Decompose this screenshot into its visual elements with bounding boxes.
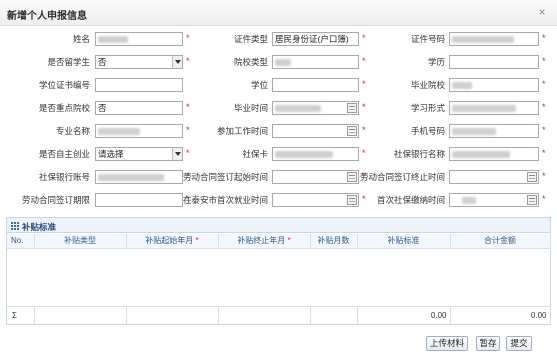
college-type-label: 院校类型 bbox=[233, 57, 268, 67]
personal-info-form: 姓名 * 证件类型 居民身份证(户口簿) * 证件号码 * 是否留学生 否 * … bbox=[0, 28, 557, 208]
required-mark: * bbox=[542, 148, 546, 158]
required-mark: * bbox=[542, 171, 546, 181]
education-label: 学历 bbox=[427, 57, 445, 67]
social-bank-name-label: 社保银行名称 bbox=[393, 149, 445, 159]
required-mark: * bbox=[542, 33, 546, 43]
required-mark: * bbox=[287, 236, 291, 246]
graduation-time-label: 毕业时间 bbox=[233, 103, 268, 113]
key-college-field[interactable]: 否 bbox=[95, 101, 183, 115]
college-type-field[interactable] bbox=[272, 55, 359, 69]
required-mark: * bbox=[195, 236, 199, 246]
required-mark: * bbox=[542, 56, 546, 66]
education-field[interactable] bbox=[449, 55, 539, 69]
sum-standard: 0.00 bbox=[357, 306, 451, 324]
first-social-pay-label: 首次社保缴纳时间 bbox=[376, 195, 445, 205]
social-bank-name-field[interactable] bbox=[449, 147, 539, 161]
social-bank-account-field[interactable] bbox=[95, 170, 183, 184]
required-mark: * bbox=[542, 125, 546, 135]
self-employed-value: 请选择 bbox=[98, 149, 124, 159]
col-total[interactable]: 合计金额 bbox=[450, 234, 551, 249]
upload-materials-button[interactable]: 上传材料 bbox=[426, 336, 468, 351]
col-standard[interactable]: 补贴标准 bbox=[357, 234, 451, 249]
dialog-title: 新增个人申报信息 bbox=[7, 11, 87, 22]
contract-term-label: 劳动合同签订期限 bbox=[21, 195, 90, 205]
degree-field[interactable] bbox=[272, 78, 359, 92]
sum-cell bbox=[34, 306, 127, 324]
subsidy-panel: 补贴标准 No. 补贴类型 补贴起始年月 * 补贴终止年月 * 补贴月数 补贴标… bbox=[6, 217, 551, 325]
name-field[interactable] bbox=[95, 32, 183, 46]
name-label: 姓名 bbox=[72, 34, 90, 44]
col-no[interactable]: No. bbox=[7, 234, 35, 249]
overseas-student-select[interactable]: 否 bbox=[95, 55, 183, 69]
required-mark: * bbox=[542, 194, 546, 204]
contract-end-field[interactable] bbox=[449, 170, 539, 184]
col-months[interactable]: 补贴月数 bbox=[310, 234, 358, 249]
calendar-icon[interactable] bbox=[527, 195, 537, 205]
sum-total: 0.00 bbox=[450, 306, 551, 324]
self-employed-label: 是否自主创业 bbox=[38, 149, 90, 159]
overseas-student-value: 否 bbox=[98, 57, 107, 67]
overseas-student-label: 是否留学生 bbox=[47, 57, 90, 67]
graduate-school-label: 毕业院校 bbox=[410, 80, 445, 90]
social-card-field[interactable] bbox=[272, 147, 359, 161]
sum-cell bbox=[218, 306, 311, 324]
degree-cert-no-field[interactable] bbox=[95, 78, 183, 92]
subsidy-table-body bbox=[7, 249, 550, 304]
col-subsidy-type[interactable]: 补贴类型 bbox=[34, 234, 127, 249]
sum-icon: Σ bbox=[7, 306, 35, 324]
apply-dialog: 新增个人申报信息 × 姓名 * 证件类型 居民身份证(户口簿) * 证件号码 *… bbox=[0, 0, 557, 359]
degree-label: 学位 bbox=[250, 80, 268, 90]
degree-cert-no-label: 学位证书编号 bbox=[38, 80, 90, 90]
contract-start-field[interactable] bbox=[272, 170, 359, 184]
id-type-label: 证件类型 bbox=[233, 34, 268, 44]
col-start-month[interactable]: 补贴起始年月 * bbox=[126, 234, 219, 249]
major-field[interactable] bbox=[95, 124, 183, 138]
self-employed-select[interactable]: 请选择 bbox=[95, 147, 183, 161]
id-number-label: 证件号码 bbox=[410, 34, 445, 44]
first-employment-field[interactable] bbox=[272, 193, 359, 207]
subsidy-panel-title: 补贴标准 bbox=[22, 222, 57, 232]
subsidy-table: No. 补贴类型 补贴起始年月 * 补贴终止年月 * 补贴月数 补贴标准 合计金… bbox=[7, 234, 551, 249]
id-number-field[interactable] bbox=[449, 32, 539, 46]
first-social-pay-field[interactable] bbox=[449, 193, 539, 207]
social-bank-account-label: 社保银行账号 bbox=[38, 172, 90, 182]
social-card-label: 社保卡 bbox=[242, 149, 268, 159]
subsidy-panel-header: 补贴标准 bbox=[7, 218, 550, 233]
graduate-school-field[interactable] bbox=[449, 78, 539, 92]
mobile-label: 手机号码 bbox=[410, 126, 445, 136]
col-end-month-label: 补贴终止年月 bbox=[237, 236, 286, 246]
required-mark: * bbox=[542, 102, 546, 112]
calendar-icon[interactable] bbox=[527, 172, 537, 182]
save-draft-button[interactable]: 暂存 bbox=[476, 336, 500, 351]
contract-start-label: 劳动合同签订起始时间 bbox=[182, 172, 268, 182]
major-label: 专业名称 bbox=[55, 126, 90, 136]
key-college-label: 是否重点院校 bbox=[38, 103, 90, 113]
work-start-time-label: 参加工作时间 bbox=[216, 126, 268, 136]
col-end-month[interactable]: 补贴终止年月 * bbox=[218, 234, 311, 249]
first-employment-label: 在泰安市首次就业时间 bbox=[182, 195, 268, 205]
sum-cell bbox=[126, 306, 219, 324]
contract-end-label: 劳动合同签订终止时间 bbox=[359, 172, 445, 182]
mobile-field[interactable] bbox=[449, 124, 539, 138]
required-mark: * bbox=[542, 79, 546, 89]
work-start-time-field[interactable] bbox=[272, 124, 359, 138]
dialog-title-bar: 新增个人申报信息 × bbox=[0, 0, 557, 26]
id-type-field[interactable]: 居民身份证(户口簿) bbox=[272, 32, 359, 46]
subsidy-table-header: No. 补贴类型 补贴起始年月 * 补贴终止年月 * 补贴月数 补贴标准 合计金… bbox=[7, 234, 551, 249]
study-form-label: 学习形式 bbox=[410, 103, 445, 113]
subsidy-sum-row: Σ 0.00 0.00 bbox=[7, 306, 551, 324]
col-start-month-label: 补贴起始年月 bbox=[145, 236, 194, 246]
study-form-field[interactable] bbox=[449, 101, 539, 115]
close-icon[interactable]: × bbox=[535, 5, 549, 19]
contract-term-field[interactable] bbox=[95, 193, 183, 207]
submit-button[interactable]: 提交 bbox=[506, 336, 532, 351]
graduation-time-field[interactable] bbox=[272, 101, 359, 115]
grid-icon bbox=[11, 222, 19, 230]
sum-cell bbox=[310, 306, 358, 324]
